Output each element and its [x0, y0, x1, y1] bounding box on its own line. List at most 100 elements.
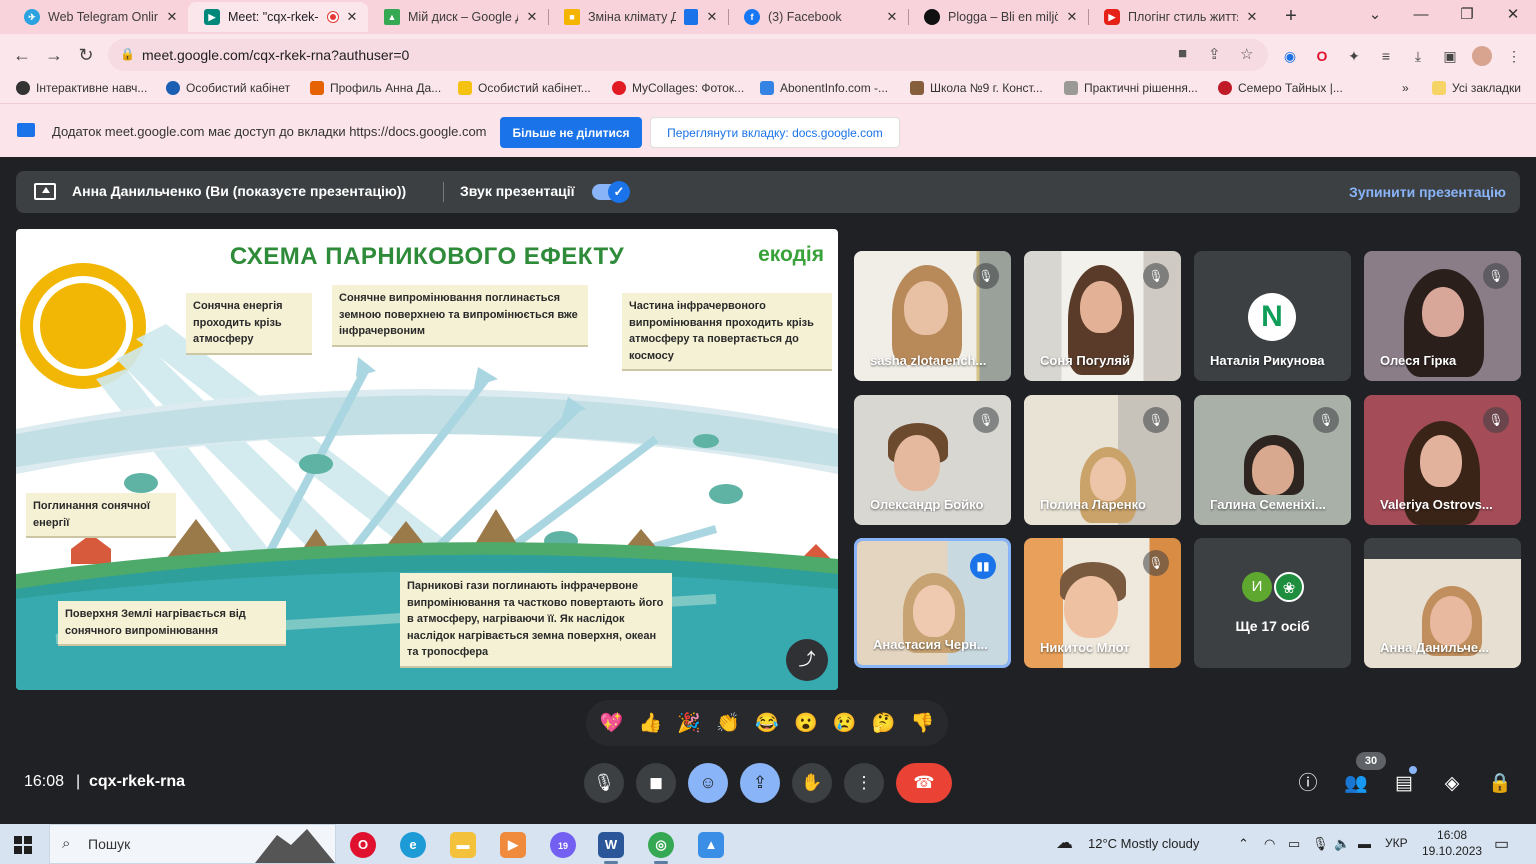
tab-facebook[interactable]: f (3) Facebook ✕: [728, 2, 908, 32]
microphone-button[interactable]: 🎙: [584, 763, 624, 803]
new-tab-button[interactable]: +: [1280, 4, 1302, 28]
taskbar-clock[interactable]: 16:08 19.10.2023: [1422, 827, 1482, 859]
side-panel-icon[interactable]: ▣: [1440, 46, 1460, 66]
network-icon[interactable]: ◠: [1264, 836, 1275, 852]
reaction-laugh-button[interactable]: 😂: [749, 711, 785, 735]
meeting-info-icon[interactable]: ⓘ: [1294, 770, 1322, 798]
bookmark-item[interactable]: Семеро Тайных |...: [1218, 81, 1343, 95]
participant-tile[interactable]: 🎙 sasha zlotarench...: [854, 251, 1011, 381]
bookmark-star-icon[interactable]: ☆: [1240, 45, 1253, 63]
participant-tile[interactable]: 🎙 Олеся Гірка: [1364, 251, 1521, 381]
minimize-button[interactable]: —: [1398, 0, 1444, 32]
tab-youtube[interactable]: ▶ Плогінг стиль життя ✕: [1088, 2, 1268, 32]
media-queue-icon[interactable]: ≡: [1376, 46, 1396, 66]
reaction-clap-button[interactable]: 👏: [710, 711, 746, 735]
more-participants-tile[interactable]: И ❀ Ще 17 осіб: [1194, 538, 1351, 668]
people-icon[interactable]: 👥: [1342, 770, 1370, 798]
reload-button[interactable]: ↻: [74, 43, 98, 67]
stop-sharing-button[interactable]: Більше не ділитися: [500, 117, 642, 148]
presentation-app-taskbar-icon[interactable]: ▶: [500, 832, 526, 858]
reaction-sad-button[interactable]: 😢: [827, 711, 863, 735]
participant-tile[interactable]: 🎙 Галина Семеніхі...: [1194, 395, 1351, 525]
windows-start-icon[interactable]: [14, 836, 32, 854]
maximize-button[interactable]: ❐: [1444, 0, 1490, 32]
bookmark-item[interactable]: Профиль Анна Да...: [310, 81, 441, 95]
raise-hand-button[interactable]: ✋: [792, 763, 832, 803]
participant-tile[interactable]: 🎙 Valeriya Ostrovs...: [1364, 395, 1521, 525]
notifications-icon[interactable]: ▭: [1494, 834, 1509, 854]
reaction-party-button[interactable]: 🎉: [671, 711, 707, 735]
bookmark-item[interactable]: AbonentInfo.com -...: [760, 81, 888, 95]
tab-plogga[interactable]: Plogga – Bli en miljö ✕: [908, 2, 1088, 32]
extensions-puzzle-icon[interactable]: ✦: [1344, 46, 1364, 66]
weather-icon[interactable]: ☁: [1056, 833, 1073, 853]
close-tab-icon[interactable]: ✕: [886, 9, 898, 25]
participant-tile[interactable]: 🎙 Олександр Бойко: [854, 395, 1011, 525]
battery-icon[interactable]: ▬: [1358, 836, 1371, 851]
stop-presenting-button[interactable]: Зупинити презентацію: [1349, 184, 1506, 200]
activities-icon[interactable]: ◈: [1438, 770, 1466, 798]
share-icon[interactable]: ⤴: [786, 639, 828, 681]
tab-search-button[interactable]: ⌄: [1352, 0, 1398, 32]
bookmark-item[interactable]: Інтерактивне навч...: [16, 81, 147, 95]
bookmark-item[interactable]: Школа №9 г. Конст...: [910, 81, 1043, 95]
participant-tile-active[interactable]: ▮▮ Анастасия Черн...: [854, 538, 1011, 668]
back-button[interactable]: ←: [10, 43, 34, 67]
edge-taskbar-icon[interactable]: e: [400, 832, 426, 858]
lock-icon[interactable]: 🔒: [120, 47, 135, 61]
close-tab-icon[interactable]: ✕: [1066, 9, 1078, 25]
close-tab-icon[interactable]: ✕: [526, 9, 538, 25]
reaction-surprised-button[interactable]: 😮: [788, 711, 824, 735]
chat-icon[interactable]: ▤: [1390, 770, 1418, 798]
profile-avatar[interactable]: [1472, 46, 1492, 66]
present-button[interactable]: ⇪: [740, 763, 780, 803]
bookmark-item[interactable]: Практичні рішення...: [1064, 81, 1198, 95]
presentation-audio-toggle[interactable]: ✓: [592, 181, 630, 203]
battery-saver-icon[interactable]: ▭: [1288, 836, 1300, 852]
tab-slides[interactable]: ■ Зміна клімату Д ✕: [548, 2, 728, 32]
view-tab-button[interactable]: Переглянути вкладку: docs.google.com: [650, 117, 900, 148]
camera-button[interactable]: ◼: [636, 763, 676, 803]
tab-telegram[interactable]: ✈ Web Telegram Online ✕: [8, 2, 188, 32]
extension-blue-icon[interactable]: ◉: [1280, 46, 1300, 66]
photos-taskbar-icon[interactable]: ▲: [698, 832, 724, 858]
menu-kebab-icon[interactable]: ⋮: [1504, 46, 1524, 66]
all-bookmarks-button[interactable]: Усі закладки: [1432, 81, 1521, 95]
close-tab-icon[interactable]: ✕: [346, 9, 358, 25]
bookmark-item[interactable]: Особистий кабінет...: [458, 81, 591, 95]
reaction-thumbs-down-button[interactable]: 👎: [904, 711, 940, 735]
more-options-button[interactable]: ⋮: [844, 763, 884, 803]
leave-call-button[interactable]: ☎: [896, 763, 952, 803]
url-text[interactable]: meet.google.com/cqx-rkek-rna?authuser=0: [142, 47, 409, 63]
language-indicator[interactable]: УКР: [1385, 836, 1408, 850]
reaction-thumbs-up-button[interactable]: 👍: [632, 711, 668, 735]
bookmark-item[interactable]: MyCollages: Фоток...: [612, 81, 744, 95]
reaction-heart-button[interactable]: 💖: [593, 711, 629, 735]
bookmarks-overflow-button[interactable]: »: [1402, 81, 1409, 95]
volume-icon[interactable]: 🔈: [1334, 836, 1350, 852]
close-tab-icon[interactable]: ✕: [1246, 9, 1258, 25]
participant-tile[interactable]: 🎙 Никитос Млот: [1024, 538, 1181, 668]
reaction-thinking-button[interactable]: 🤔: [866, 711, 902, 735]
participant-tile[interactable]: 🎙 Полина Ларенко: [1024, 395, 1181, 525]
reactions-button[interactable]: ☺: [688, 763, 728, 803]
opera-icon[interactable]: O: [1312, 46, 1332, 66]
address-bar[interactable]: 🔒 meet.google.com/cqx-rkek-rna?authuser=…: [108, 39, 1268, 71]
viber-taskbar-icon[interactable]: 19: [550, 832, 576, 858]
camera-icon[interactable]: ■: [1178, 45, 1187, 62]
participant-tile-self[interactable]: Анна Данильче...: [1364, 538, 1521, 668]
weather-text[interactable]: 12°C Mostly cloudy: [1088, 836, 1199, 851]
close-tab-icon[interactable]: ✕: [706, 9, 718, 25]
file-explorer-taskbar-icon[interactable]: ▬: [450, 832, 476, 858]
close-window-button[interactable]: ✕: [1490, 0, 1536, 32]
participant-tile[interactable]: 🎙 Соня Погуляй: [1024, 251, 1181, 381]
bookmark-item[interactable]: Особистий кабінет: [166, 81, 290, 95]
download-icon[interactable]: ⤓: [1408, 46, 1428, 66]
mic-tray-icon[interactable]: 🎙: [1312, 836, 1329, 852]
share-page-icon[interactable]: ⇪: [1208, 45, 1221, 63]
chrome-taskbar-icon[interactable]: ◎: [648, 832, 674, 858]
close-tab-icon[interactable]: ✕: [166, 9, 178, 25]
tab-meet[interactable]: ▶ Meet: "cqx-rkek- ✕: [188, 2, 368, 32]
show-hidden-icons[interactable]: ⌃: [1238, 836, 1249, 852]
word-taskbar-icon[interactable]: W: [598, 832, 624, 858]
